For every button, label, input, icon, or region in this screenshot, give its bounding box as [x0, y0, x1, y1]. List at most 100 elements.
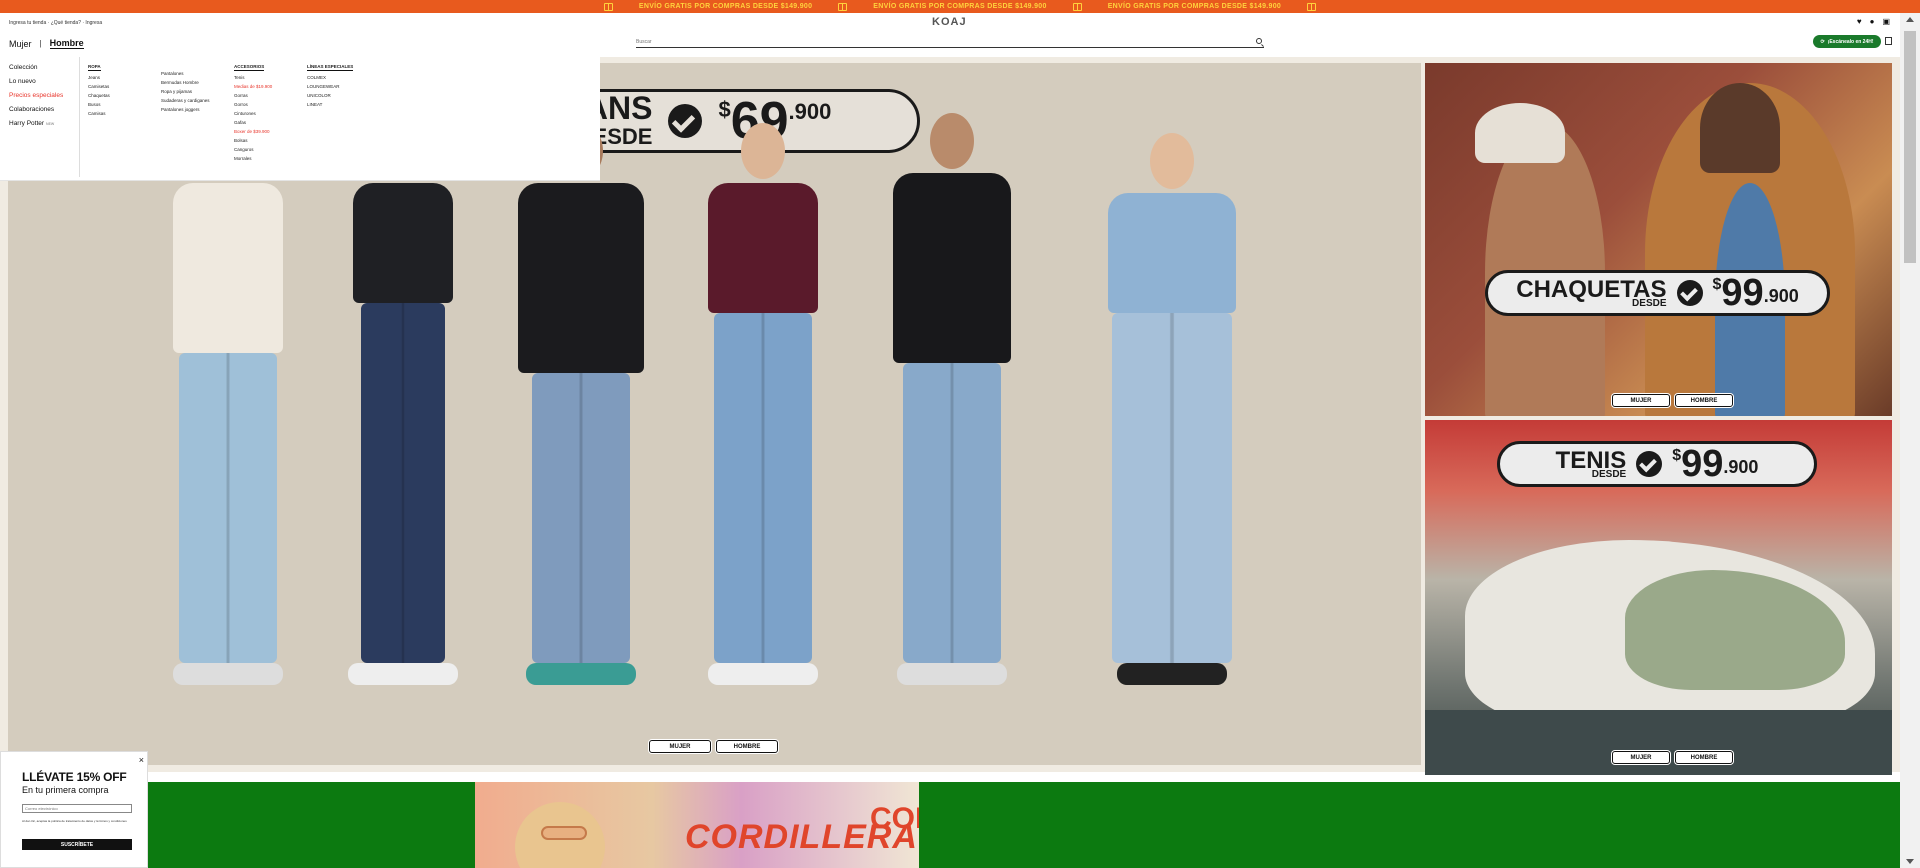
sneakers-mujer-button[interactable]: MUJER — [1612, 751, 1670, 764]
gift-icon — [1307, 2, 1317, 11]
menu-item[interactable]: COLMEX — [307, 75, 353, 80]
menu-item[interactable]: Medias de $19.900 — [234, 84, 272, 89]
jackets-price: $99.900 — [1712, 271, 1799, 314]
menu-item[interactable]: Gafas — [234, 120, 272, 125]
menu-item[interactable]: LOUNGEWEAR — [307, 84, 353, 89]
menu-item[interactable]: Gorras — [234, 93, 272, 98]
model-figure — [518, 123, 644, 685]
jackets-mujer-button[interactable]: MUJER — [1612, 394, 1670, 407]
menu-item[interactable]: Cinturones — [234, 111, 272, 116]
gift-icon — [1072, 2, 1082, 11]
scroll-down-arrow-icon[interactable] — [1906, 859, 1914, 864]
menu-heading[interactable]: ACCESORIOS — [234, 64, 265, 71]
festival-text-2: COR — [870, 802, 919, 835]
promo-text[interactable]: ENVÍO GRATIS POR COMPRAS DESDE $149.900 — [639, 3, 812, 10]
menu-item[interactable]: Pantalones joggers — [161, 107, 210, 112]
header-icons: ♥ ● ▣ — [1857, 17, 1890, 26]
mega-side-links: Colección Lo nuevo Precios especiales Co… — [9, 64, 63, 127]
user-icon[interactable]: ● — [1870, 17, 1875, 26]
model-figure — [348, 123, 458, 685]
subscribe-button[interactable]: SUSCRÍBETE — [22, 839, 132, 850]
menu-col-accesorios: ACCESORIOS Tenis Medias de $19.900 Gorra… — [234, 64, 272, 161]
menu-item[interactable]: Tenis — [234, 75, 272, 80]
menu-item[interactable]: Boxer de $39.900 — [234, 129, 272, 134]
sneakers-price: $99.900 — [1672, 442, 1759, 485]
close-icon[interactable]: × — [139, 755, 144, 765]
gift-icon — [838, 2, 848, 11]
jackets-buttons: MUJER HOMBRE — [1612, 394, 1733, 407]
menu-item[interactable]: Bermudas Hombre — [161, 80, 210, 85]
menu-item[interactable]: Camisas — [88, 111, 110, 116]
hero-buttons: MUJER HOMBRE — [649, 740, 778, 753]
menu-heading[interactable]: ROPA — [88, 64, 101, 71]
menu-item[interactable]: Pantalones — [161, 71, 210, 76]
site-logo[interactable]: KOAJ — [932, 16, 967, 28]
menu-col-lineas: LÍNEAS ESPECIALES COLMEX LOUNGEWEAR UNIC… — [307, 64, 354, 107]
menu-col-ropa: ROPA Jeans Camisetas Chaquetas Busos Cam… — [88, 64, 110, 116]
menu-item[interactable]: Ropa y pijamas — [161, 89, 210, 94]
menu-item[interactable]: Gorros — [234, 102, 272, 107]
jackets-hombre-button[interactable]: HOMBRE — [1675, 394, 1733, 407]
search-bar — [636, 37, 1264, 48]
menu-item[interactable]: Canguros — [234, 147, 272, 152]
gender-nav: Mujer | Hombre — [9, 38, 84, 49]
hero-mujer-button[interactable]: MUJER — [649, 740, 711, 753]
cart-icon[interactable]: ▣ — [1882, 17, 1890, 26]
hero-hombre-button[interactable]: HOMBRE — [716, 740, 778, 753]
menu-item[interactable]: Jeans — [88, 75, 110, 80]
popup-subtitle: En tu primera compra — [22, 785, 109, 795]
model-figure — [893, 113, 1011, 685]
gift-icon — [603, 2, 613, 11]
menu-item[interactable]: UNICOLOR — [307, 93, 353, 98]
search-icon[interactable] — [1256, 38, 1262, 44]
menu-item[interactable]: Bolsas — [234, 138, 272, 143]
scroll-up-arrow-icon[interactable] — [1906, 17, 1914, 22]
nav-hombre[interactable]: Hombre — [49, 38, 84, 49]
sneakers-desde: DESDE — [1591, 468, 1627, 480]
store-selector[interactable]: Ingresa tu tienda · ¿Qué tienda? · Ingre… — [9, 20, 102, 26]
jackets-price-badge: CHAQUETAS DESDE $99.900 — [1485, 270, 1830, 316]
menu-item[interactable]: Chaquetas — [88, 93, 110, 98]
nav-mujer[interactable]: Mujer — [9, 39, 32, 49]
menu-item[interactable]: Sudaderas y cardiganes — [161, 98, 210, 103]
festival-banner[interactable]: CORDILLERA COR — [475, 782, 919, 868]
sneakers-hombre-button[interactable]: HOMBRE — [1675, 751, 1733, 764]
menu-harry-potter[interactable]: Harry Potter NEW — [9, 120, 63, 127]
menu-precios-especiales[interactable]: Precios especiales — [9, 92, 63, 99]
scan-button[interactable]: ⟳ ¡Escánealo en 24H! — [1813, 35, 1881, 48]
menu-coleccion[interactable]: Colección — [9, 64, 63, 71]
calendar-icon[interactable] — [1885, 37, 1892, 45]
menu-item[interactable]: Busos — [88, 102, 110, 107]
promo-bar: ENVÍO GRATIS POR COMPRAS DESDE $149.900 … — [0, 0, 1920, 13]
jackets-banner[interactable]: CHAQUETAS DESDE $99.900 MUJER HOMBRE — [1425, 63, 1892, 416]
promo-text[interactable]: ENVÍO GRATIS POR COMPRAS DESDE $149.900 — [873, 3, 1046, 10]
sneakers-banner[interactable]: TENIS DESDE $99.900 MUJER HOMBRE — [1425, 420, 1892, 775]
beanie — [1475, 103, 1565, 163]
check-icon — [668, 104, 703, 138]
menu-lo-nuevo[interactable]: Lo nuevo — [9, 78, 63, 85]
mega-menu: Colección Lo nuevo Precios especiales Co… — [0, 57, 600, 181]
check-icon — [1636, 451, 1663, 477]
model-figure — [708, 123, 818, 685]
refresh-icon: ⟳ — [1820, 38, 1825, 45]
popup-legal: Al dar clic, aceptas la política de trat… — [22, 819, 127, 823]
heart-icon[interactable]: ♥ — [1857, 17, 1862, 26]
search-input[interactable] — [636, 39, 1236, 45]
menu-item[interactable]: LINEAT — [307, 102, 353, 107]
menu-colaboraciones[interactable]: Colaboraciones — [9, 106, 63, 113]
jackets-desde: DESDE — [1632, 297, 1667, 309]
newsletter-popup: × LLÉVATE 15% OFF En tu primera compra A… — [0, 751, 148, 868]
promo-band[interactable] — [148, 782, 1900, 868]
model-figure — [1108, 133, 1236, 685]
menu-heading[interactable]: LÍNEAS ESPECIALES — [307, 64, 354, 71]
promo-text[interactable]: ENVÍO GRATIS POR COMPRAS DESDE $149.900 — [1108, 3, 1281, 10]
sneakers-price-badge: TENIS DESDE $99.900 — [1497, 441, 1817, 487]
email-field[interactable] — [22, 804, 132, 813]
scrollbar-thumb[interactable] — [1904, 31, 1916, 263]
menu-item[interactable]: Camisetas — [88, 84, 110, 89]
menu-item[interactable]: Morrales — [234, 156, 272, 161]
ground — [1425, 710, 1892, 775]
model-figure — [173, 123, 283, 685]
page-scrollbar[interactable] — [1900, 13, 1920, 868]
sunglasses — [541, 826, 587, 840]
